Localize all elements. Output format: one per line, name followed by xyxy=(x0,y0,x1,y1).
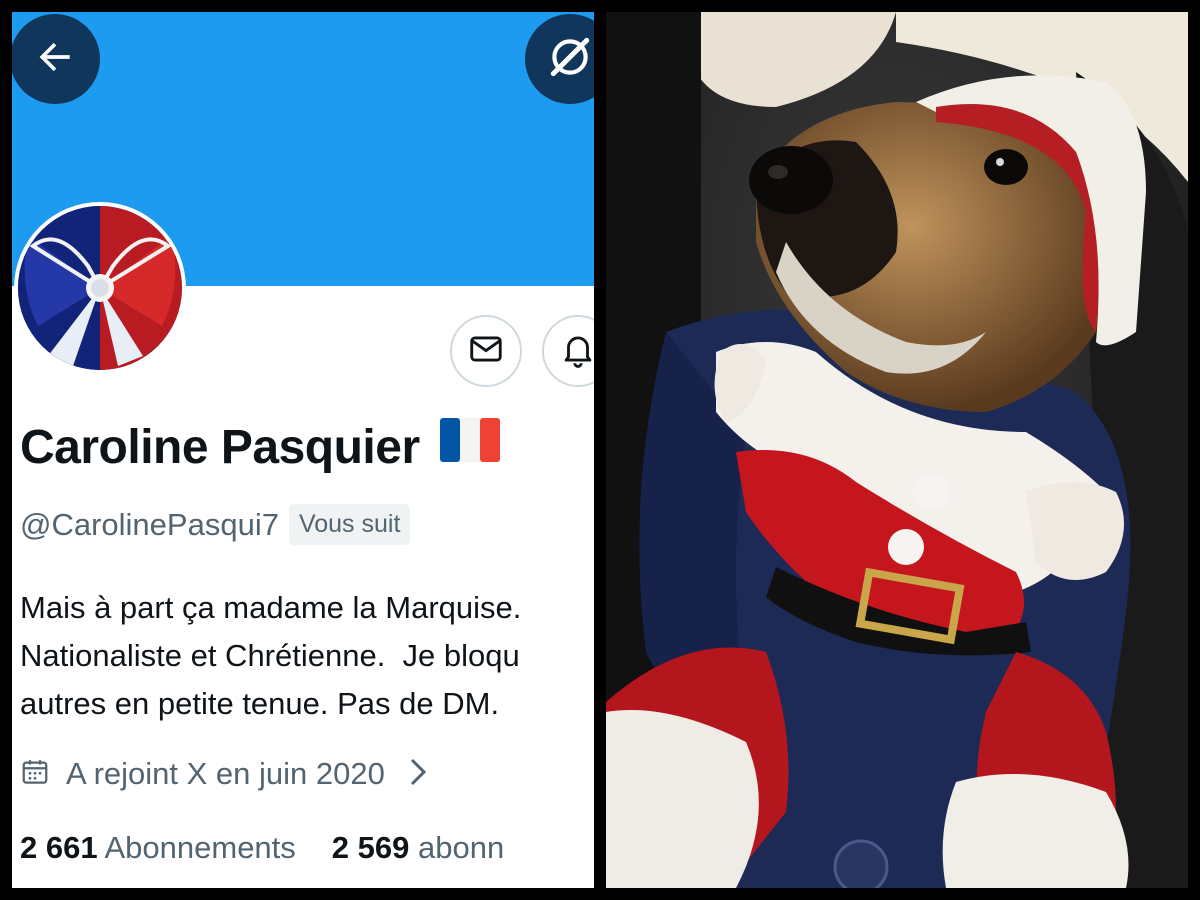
dog-photo xyxy=(606,12,1188,888)
joined-date: A rejoint X en juin 2020 xyxy=(66,756,385,791)
grok-icon xyxy=(545,32,594,87)
followers-stat[interactable]: 2 569 abonn xyxy=(332,830,504,865)
bell-icon xyxy=(559,330,594,373)
display-name: Caroline Pasquier xyxy=(20,418,501,478)
back-button[interactable] xyxy=(12,14,100,104)
bio-line: autres en petite tenue. Pas de DM. xyxy=(20,686,500,721)
handle: @CarolinePasqui7 xyxy=(20,506,279,542)
display-name-text: Caroline Pasquier xyxy=(20,421,420,474)
following-label: Abonnements xyxy=(104,830,296,865)
handle-row: @CarolinePasqui7 Vous suit xyxy=(20,504,411,545)
notifications-button[interactable] xyxy=(542,315,594,387)
envelope-icon xyxy=(467,330,505,373)
france-flag-icon xyxy=(440,418,501,474)
followers-label: abonn xyxy=(418,830,505,865)
follows-you-badge: Vous suit xyxy=(288,504,411,545)
follow-stats: 2 661 Abonnements 2 569 abonn xyxy=(20,830,504,866)
calendar-icon xyxy=(20,757,50,792)
arrow-left-icon xyxy=(33,35,77,84)
joined-date-row[interactable]: A rejoint X en juin 2020 xyxy=(20,756,429,792)
avatar[interactable] xyxy=(14,202,186,374)
followers-count: 2 569 xyxy=(331,830,410,865)
following-count: 2 661 xyxy=(20,830,98,865)
bio-line: Mais à part ça madame la Marquise. xyxy=(20,590,522,625)
profile-screenshot: Caroline Pasquier @CarolinePasqui7 Vous … xyxy=(12,12,594,888)
message-button[interactable] xyxy=(450,315,522,387)
bio: Mais à part ça madame la Marquise. Natio… xyxy=(20,584,521,728)
following-stat[interactable]: 2 661 Abonnements xyxy=(20,830,296,865)
chevron-right-icon xyxy=(407,757,429,792)
bio-line: Nationaliste et Chrétienne. Je bloqu xyxy=(20,638,520,673)
